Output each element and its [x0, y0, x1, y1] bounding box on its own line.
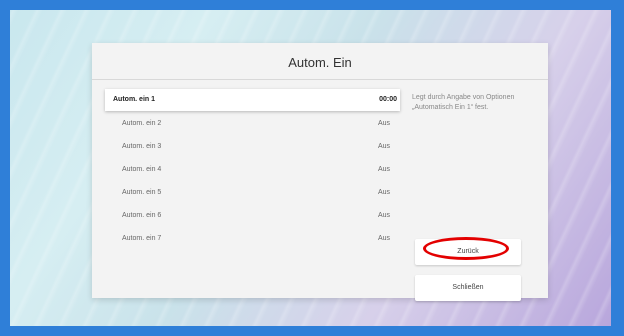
list-item-value: Aus: [377, 235, 390, 242]
list-item-auto-on-6[interactable]: Autom. ein 6 Aus: [105, 205, 400, 227]
list-item-auto-on-1[interactable]: Autom. ein 1 00:00: [105, 89, 400, 111]
red-highlight-circle: [423, 237, 509, 260]
list-item-value: Aus: [377, 189, 390, 196]
list-item-value: Aus: [377, 166, 390, 173]
list-item-label: Autom. ein 1: [113, 96, 156, 103]
list-item-label: Autom. ein 3: [122, 143, 162, 150]
close-button[interactable]: Schließen: [415, 275, 521, 301]
list-item-label: Autom. ein 4: [122, 166, 162, 173]
list-item-value: Aus: [377, 143, 390, 150]
list-item-auto-on-5[interactable]: Autom. ein 5 Aus: [105, 182, 400, 204]
option-description: Legt durch Angabe von Optionen „Automati…: [412, 94, 515, 111]
list-item-label: Autom. ein 7: [122, 235, 162, 242]
auto-on-dialog: Autom. Ein Autom. ein 1 00:00 Autom. ein…: [92, 43, 548, 301]
list-item-value: Aus: [377, 120, 390, 127]
list-item-value: Aus: [377, 212, 390, 219]
list-item-label: Autom. ein 5: [122, 189, 162, 196]
list-item-label: Autom. ein 6: [122, 212, 162, 219]
list-item-auto-on-4[interactable]: Autom. ein 4 Aus: [105, 159, 400, 181]
title-divider: [92, 79, 548, 80]
dialog-title: Autom. Ein: [288, 55, 352, 70]
list-item-auto-on-2[interactable]: Autom. ein 2 Aus: [105, 113, 400, 135]
list-item-auto-on-7[interactable]: Autom. ein 7 Aus: [105, 228, 400, 250]
tv-screen: Autom. Ein Autom. ein 1 00:00 Autom. ein…: [10, 10, 611, 326]
list-item-label: Autom. ein 2: [122, 120, 162, 127]
list-item-auto-on-3[interactable]: Autom. ein 3 Aus: [105, 136, 400, 158]
list-item-value: 00:00: [379, 96, 397, 103]
